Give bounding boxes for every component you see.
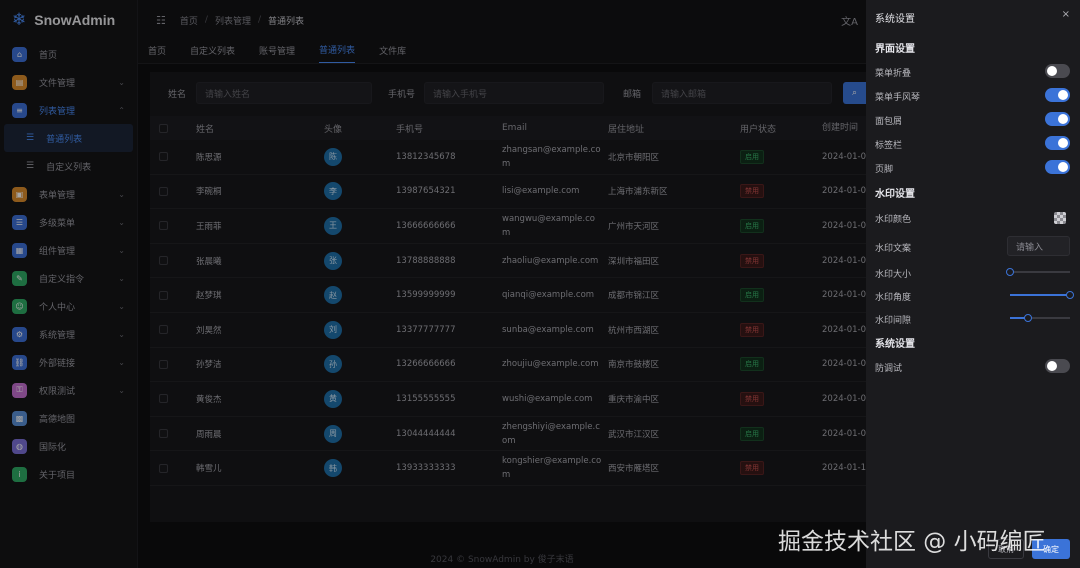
wm-color-label: 水印颜色 xyxy=(875,215,912,225)
accordion-switch[interactable] xyxy=(1045,88,1070,102)
drawer-title: 系统设置 xyxy=(875,14,915,25)
collapse-menu-label: 菜单折叠 xyxy=(875,69,912,79)
close-icon[interactable]: × xyxy=(1062,9,1070,20)
slider-thumb[interactable] xyxy=(1024,314,1032,322)
slider-thumb[interactable] xyxy=(1006,268,1014,276)
accordion-label: 菜单手风琴 xyxy=(875,93,921,103)
wm-size-label: 水印大小 xyxy=(875,270,912,280)
wm-size-slider[interactable] xyxy=(1006,268,1070,276)
wm-angle-slider[interactable] xyxy=(1010,291,1074,299)
tabs-bar-switch[interactable] xyxy=(1045,136,1070,150)
drawer-mask[interactable] xyxy=(0,0,866,568)
wm-gap-label: 水印间隙 xyxy=(875,316,912,326)
breadcrumb-switch[interactable] xyxy=(1045,112,1070,126)
wm-angle-label: 水印角度 xyxy=(875,293,912,303)
section-system-title: 系统设置 xyxy=(875,339,915,350)
wm-text-label: 水印文案 xyxy=(875,244,912,254)
debug-switch[interactable] xyxy=(1045,359,1070,373)
site-watermark: 掘金技术社区 @ 小码编匠 xyxy=(778,529,1046,555)
breadcrumb-label: 面包屑 xyxy=(875,117,903,127)
footer-switch[interactable] xyxy=(1045,160,1070,174)
settings-drawer: 系统设置 × 界面设置 菜单折叠 菜单手风琴 面包屑 标签栏 页脚 水印设置 水… xyxy=(866,0,1080,568)
collapse-menu-switch[interactable] xyxy=(1045,64,1070,78)
debug-label: 防调试 xyxy=(875,364,903,374)
footer-label: 页脚 xyxy=(875,165,894,175)
app-root: ❄ SnowAdmin ⌂ 首页 ▤ 文件管理 ⌄ ≡ 列表管理 ⌃ ☰ 普通列表 ☰ 自定义列表 ▣ 表… xyxy=(0,0,1080,568)
tabs-bar-label: 标签栏 xyxy=(875,141,903,151)
section-ui-title: 界面设置 xyxy=(875,44,915,55)
wm-gap-slider[interactable] xyxy=(1010,314,1070,322)
wm-text-input[interactable]: 请输入 xyxy=(1007,236,1070,256)
slider-thumb[interactable] xyxy=(1066,291,1074,299)
section-watermark-title: 水印设置 xyxy=(875,189,915,200)
color-picker-swatch[interactable] xyxy=(1054,212,1066,224)
